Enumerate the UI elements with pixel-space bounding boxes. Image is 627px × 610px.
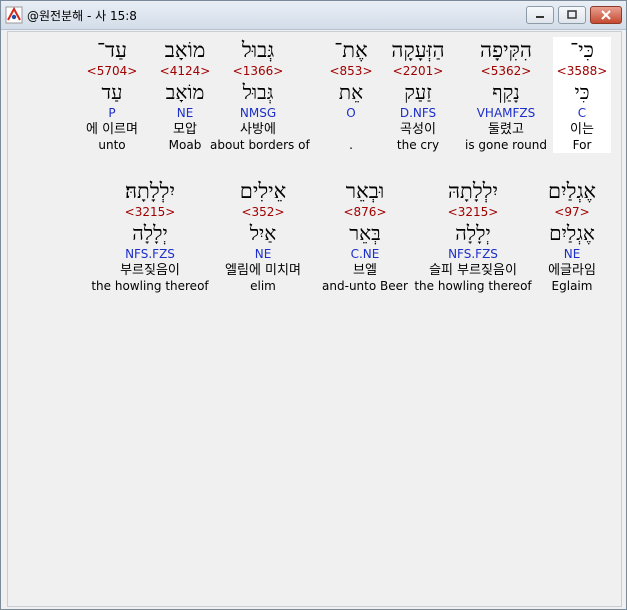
- word-cell[interactable]: אֶגְלַיִם <97> אֶגְלַיִם NE 에글라임 Eglaim: [524, 178, 620, 294]
- grammar-code: NFS.FZS: [448, 247, 498, 261]
- english-gloss: elim: [250, 279, 276, 293]
- grammar-code: NE: [563, 247, 581, 261]
- korean-gloss: 슬피 부르짖음이: [429, 263, 517, 278]
- hebrew-word: יִלְלָתָהּ׃: [124, 179, 176, 203]
- hebrew-word: יִלְלָתָהּ: [447, 179, 499, 203]
- minimize-button[interactable]: [526, 6, 554, 24]
- word-cell[interactable]: אֵילִים <352> אַיִל NE 엘림에 미치며 elim: [207, 178, 319, 294]
- english-gloss: the howling thereof: [91, 279, 209, 293]
- strong-number: <876>: [343, 205, 387, 219]
- lemma: אַיִל: [249, 221, 277, 245]
- lemma: יְלָלָה: [132, 221, 168, 245]
- close-icon: [591, 7, 621, 23]
- word-cell[interactable]: וּבְאֵר <876> בְּאֵר C.NE 브엘 and-unto Be…: [317, 178, 413, 294]
- english-gloss: unto: [98, 138, 126, 152]
- close-button[interactable]: [590, 6, 622, 24]
- hebrew-word: אֵילִים: [239, 179, 287, 203]
- lemma: עַד: [101, 80, 123, 104]
- hebrew-word: הִקִּיפָה: [480, 38, 532, 62]
- window-title: @원전분해 - 사 15:8: [27, 9, 137, 23]
- title-bar[interactable]: @원전분해 - 사 15:8: [1, 1, 626, 30]
- app-icon[interactable]: [5, 6, 23, 24]
- word-cell[interactable]: הִקִּיפָה <5362> נָקַף VHAMFZS 둘렸고 is go…: [458, 37, 554, 153]
- grammar-code: C.NE: [350, 247, 380, 261]
- hebrew-word: וּבְאֵר: [345, 179, 385, 203]
- hebrew-word: כִּי־: [570, 38, 594, 62]
- word-cell[interactable]: כִּי־ <3588> כִּי C 이는 For: [553, 37, 611, 153]
- word-cell[interactable]: עַד־ <5704> עַד P 에 이르며 unto: [64, 37, 160, 153]
- grammar-code: O: [346, 106, 356, 120]
- strong-number: <853>: [329, 64, 373, 78]
- app-window: @원전분해 - 사 15:8 כִּי־ <3588> כִּי C 이는 Fo…: [0, 0, 627, 610]
- word-cell[interactable]: אֶת־ <853> אֵת O .: [303, 37, 399, 153]
- lemma: נָקַף: [492, 80, 520, 104]
- lemma: אֵת: [338, 80, 364, 104]
- maximize-button[interactable]: [558, 6, 586, 24]
- strong-number: <352>: [241, 205, 285, 219]
- strong-number: <3215>: [447, 205, 499, 219]
- korean-gloss: 이는: [570, 122, 594, 137]
- english-gloss: is gone round: [464, 138, 547, 152]
- word-cell[interactable]: יִלְלָתָהּ <3215> יְלָלָה NFS.FZS 슬피 부르짖…: [414, 178, 532, 294]
- english-gloss: the howling thereof: [414, 279, 532, 293]
- lemma: כִּי: [574, 80, 590, 104]
- korean-gloss: 둘렸고: [488, 122, 524, 137]
- maximize-icon: [559, 7, 585, 23]
- minimize-icon: [527, 7, 553, 23]
- strong-number: <97>: [554, 205, 590, 219]
- korean-gloss: 에글라임: [548, 263, 596, 278]
- english-gloss: .: [349, 138, 353, 152]
- strong-number: <3215>: [124, 205, 176, 219]
- word-cell[interactable]: יִלְלָתָהּ׃ <3215> יְלָלָה NFS.FZS 부르짖음이…: [91, 178, 209, 294]
- hebrew-word: עַד־: [96, 38, 128, 62]
- grammar-code: VHAMFZS: [476, 106, 536, 120]
- english-gloss: Eglaim: [551, 279, 593, 293]
- strong-number: <5362>: [480, 64, 532, 78]
- grammar-code: NFS.FZS: [125, 247, 175, 261]
- korean-gloss: 에 이르며: [86, 122, 138, 137]
- korean-gloss: [303, 121, 399, 138]
- korean-gloss: 부르짖음이: [120, 263, 180, 278]
- english-gloss: and-unto Beer: [322, 279, 408, 293]
- verse-analysis-panel[interactable]: כִּי־ <3588> כִּי C 이는 For הִקִּיפָה <53…: [7, 31, 622, 607]
- hebrew-word: אֶת־: [334, 38, 368, 62]
- grammar-code: NE: [254, 247, 272, 261]
- lemma: אֶגְלַיִם: [549, 221, 595, 245]
- english-gloss: For: [572, 138, 592, 152]
- lemma: יְלָלָה: [455, 221, 491, 245]
- strong-number: <5704>: [86, 64, 138, 78]
- korean-gloss: 브엘: [353, 263, 377, 278]
- korean-gloss: 엘림에 미치며: [225, 263, 301, 278]
- strong-number: <3588>: [556, 64, 608, 78]
- grammar-code: P: [108, 106, 116, 120]
- hebrew-word: אֶגְלַיִם: [548, 179, 596, 203]
- lemma: בְּאֵר: [349, 221, 381, 245]
- grammar-code: C: [577, 106, 587, 120]
